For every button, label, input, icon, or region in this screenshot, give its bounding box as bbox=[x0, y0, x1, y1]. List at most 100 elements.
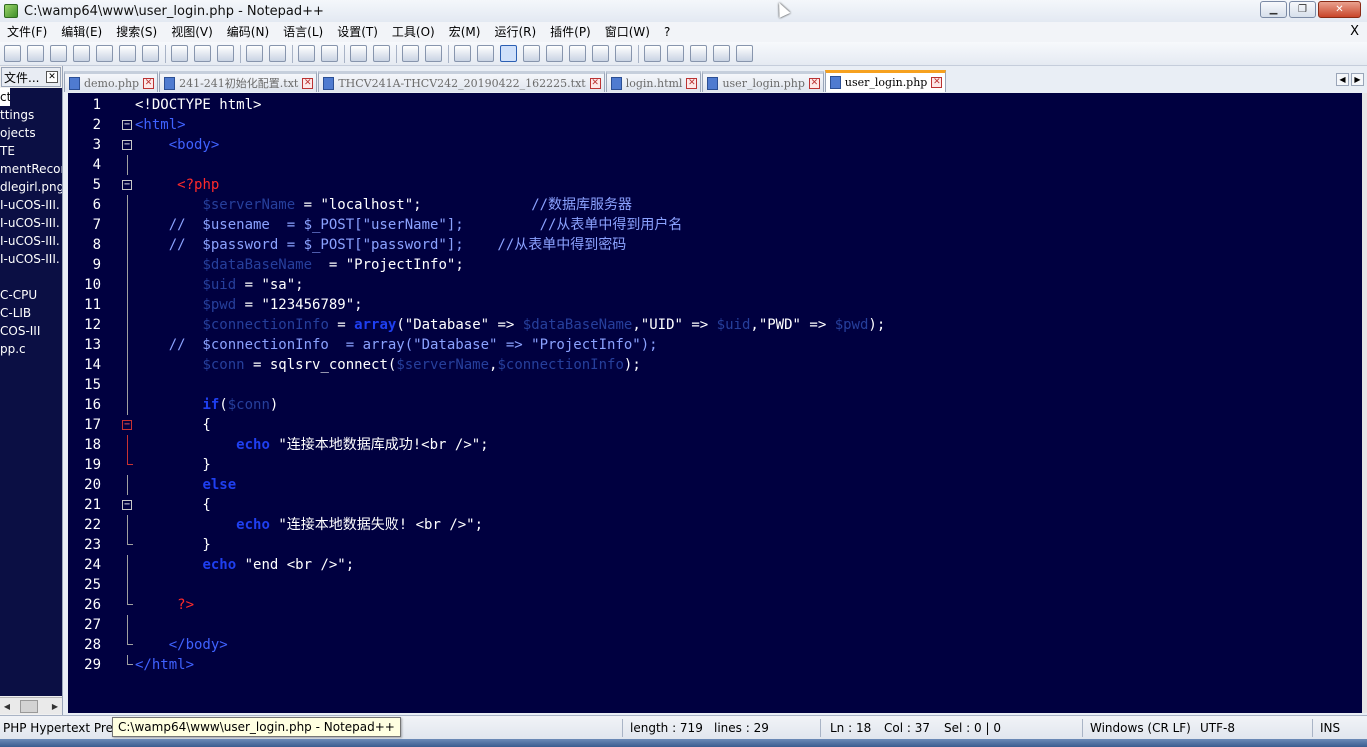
fold-toggle-icon[interactable]: − bbox=[122, 420, 132, 430]
code-line[interactable]: 8 // $password = $_POST["password"]; //从… bbox=[68, 235, 1362, 255]
code-line[interactable]: 11 $pwd = "123456789"; bbox=[68, 295, 1362, 315]
replace-icon[interactable] bbox=[321, 45, 338, 62]
tree-item[interactable]: ojects bbox=[0, 124, 62, 142]
scroll-right-icon[interactable]: ▶ bbox=[48, 699, 62, 714]
tree-item[interactable]: dlegirl.png bbox=[0, 178, 62, 196]
code-line[interactable]: 23 } bbox=[68, 535, 1362, 555]
code-line[interactable]: 12 $connectionInfo = array("Database" =>… bbox=[68, 315, 1362, 335]
find-icon[interactable] bbox=[298, 45, 315, 62]
folder-as-workspace-icon[interactable] bbox=[592, 45, 609, 62]
tab-close-button[interactable]: ✕ bbox=[143, 77, 155, 89]
editor-vertical-scrollbar[interactable] bbox=[1362, 93, 1367, 713]
close-all-icon[interactable] bbox=[119, 45, 136, 62]
fold-toggle-icon[interactable]: − bbox=[122, 500, 132, 510]
function-list-icon[interactable] bbox=[569, 45, 586, 62]
panel-close-button[interactable]: ✕ bbox=[46, 71, 58, 83]
fold-toggle-icon[interactable]: − bbox=[122, 120, 132, 130]
menu-help[interactable]: ? bbox=[657, 22, 677, 42]
redo-icon[interactable] bbox=[269, 45, 286, 62]
close-button[interactable]: ✕ bbox=[1318, 1, 1361, 18]
tree-item[interactable] bbox=[0, 268, 62, 286]
tab-user-login-php-active[interactable]: user_login.php ✕ bbox=[824, 70, 947, 92]
close-document-button[interactable]: X bbox=[1350, 22, 1359, 42]
code-line[interactable]: 27 bbox=[68, 615, 1362, 635]
tab-login-html[interactable]: login.html ✕ bbox=[605, 71, 702, 92]
code-line[interactable]: 22 echo "连接本地数据失败! <br />"; bbox=[68, 515, 1362, 535]
record-macro-icon[interactable] bbox=[644, 45, 661, 62]
tab-close-button[interactable]: ✕ bbox=[302, 77, 314, 89]
file-tree[interactable]: ct ttings ojects TE mentRecord dlegirl.p… bbox=[0, 88, 62, 696]
tab-user-login-php[interactable]: user_login.php ✕ bbox=[702, 71, 824, 92]
code-line[interactable]: 1 <!DOCTYPE html> bbox=[68, 95, 1362, 115]
tree-item[interactable]: pp.c bbox=[0, 340, 62, 358]
menu-file[interactable]: 文件(F) bbox=[0, 22, 54, 42]
code-line[interactable]: 9 $dataBaseName = "ProjectInfo"; bbox=[68, 255, 1362, 275]
code-line[interactable]: 28 </body> bbox=[68, 635, 1362, 655]
save-icon[interactable] bbox=[50, 45, 67, 62]
fold-toggle-icon[interactable]: − bbox=[122, 180, 132, 190]
code-line[interactable]: 29 </html> bbox=[68, 655, 1362, 675]
tab-241-config-txt[interactable]: 241-241初始化配置.txt ✕ bbox=[159, 71, 318, 92]
new-file-icon[interactable] bbox=[4, 45, 21, 62]
code-line[interactable]: 6 $serverName = "localhost"; //数据库服务器 bbox=[68, 195, 1362, 215]
code-line[interactable]: 3 − <body> bbox=[68, 135, 1362, 155]
minimize-button[interactable]: ▁ bbox=[1260, 1, 1287, 18]
tree-item[interactable]: ct bbox=[0, 88, 10, 106]
tree-item[interactable]: COS-III bbox=[0, 322, 62, 340]
menu-encoding[interactable]: 编码(N) bbox=[220, 22, 276, 42]
menu-settings[interactable]: 设置(T) bbox=[330, 22, 385, 42]
tab-scroll-left-icon[interactable]: ◀ bbox=[1336, 73, 1349, 86]
tab-thcv241a-txt[interactable]: THCV241A-THCV242_20190422_162225.txt ✕ bbox=[318, 71, 605, 92]
menu-edit[interactable]: 编辑(E) bbox=[54, 22, 109, 42]
copy-icon[interactable] bbox=[194, 45, 211, 62]
tab-demo-php[interactable]: demo.php ✕ bbox=[64, 71, 159, 92]
maximize-button[interactable]: ❐ bbox=[1289, 1, 1316, 18]
tree-item[interactable]: C-CPU bbox=[0, 286, 62, 304]
code-line[interactable]: 20 else bbox=[68, 475, 1362, 495]
menu-plugins[interactable]: 插件(P) bbox=[543, 22, 598, 42]
cut-icon[interactable] bbox=[171, 45, 188, 62]
tree-item[interactable]: I-uCOS-III. bbox=[0, 214, 62, 232]
tree-item[interactable]: mentRecord bbox=[0, 160, 62, 178]
code-line[interactable]: 18 echo "连接本地数据库成功!<br />"; bbox=[68, 435, 1362, 455]
tree-item[interactable]: I-uCOS-III. bbox=[0, 250, 62, 268]
tree-item[interactable]: I-uCOS-III. bbox=[0, 196, 62, 214]
playback-macro-icon[interactable] bbox=[690, 45, 707, 62]
word-wrap-icon[interactable] bbox=[454, 45, 471, 62]
code-line[interactable]: 19 } bbox=[68, 455, 1362, 475]
tab-close-button[interactable]: ✕ bbox=[589, 77, 601, 89]
menu-language[interactable]: 语言(L) bbox=[276, 22, 330, 42]
tree-item[interactable]: ttings bbox=[0, 106, 62, 124]
code-line[interactable]: 25 bbox=[68, 575, 1362, 595]
document-map-icon[interactable] bbox=[546, 45, 563, 62]
open-file-icon[interactable] bbox=[27, 45, 44, 62]
tab-close-button[interactable]: ✕ bbox=[808, 77, 820, 89]
tab-scroll-right-icon[interactable]: ▶ bbox=[1351, 73, 1364, 86]
scroll-thumb[interactable] bbox=[20, 699, 38, 713]
save-macro-icon[interactable] bbox=[736, 45, 753, 62]
code-line[interactable]: 26 ?> bbox=[68, 595, 1362, 615]
fold-toggle-icon[interactable]: − bbox=[122, 140, 132, 150]
indent-guide-icon[interactable] bbox=[500, 45, 517, 62]
language-icon[interactable] bbox=[523, 45, 540, 62]
code-line[interactable]: 2 − <html> bbox=[68, 115, 1362, 135]
code-line[interactable]: 13 // $connectionInfo = array("Database"… bbox=[68, 335, 1362, 355]
undo-icon[interactable] bbox=[246, 45, 263, 62]
menu-run[interactable]: 运行(R) bbox=[487, 22, 543, 42]
zoom-in-icon[interactable] bbox=[350, 45, 367, 62]
monitoring-icon[interactable] bbox=[615, 45, 632, 62]
code-line[interactable]: 10 $uid = "sa"; bbox=[68, 275, 1362, 295]
tab-close-button[interactable]: ✕ bbox=[931, 77, 943, 88]
run-macro-multiple-icon[interactable] bbox=[713, 45, 730, 62]
sync-horizontal-icon[interactable] bbox=[425, 45, 442, 62]
print-icon[interactable] bbox=[142, 45, 159, 62]
menu-tools[interactable]: 工具(O) bbox=[385, 22, 442, 42]
code-line[interactable]: 24 echo "end <br />"; bbox=[68, 555, 1362, 575]
tree-item[interactable]: C-LIB bbox=[0, 304, 62, 322]
menu-search[interactable]: 搜索(S) bbox=[109, 22, 164, 42]
code-line[interactable]: 21 − { bbox=[68, 495, 1362, 515]
code-line[interactable]: 14 $conn = sqlsrv_connect($serverName,$c… bbox=[68, 355, 1362, 375]
scroll-left-icon[interactable]: ◀ bbox=[0, 699, 14, 714]
menu-window[interactable]: 窗口(W) bbox=[598, 22, 657, 42]
code-line[interactable]: 5 − <?php bbox=[68, 175, 1362, 195]
